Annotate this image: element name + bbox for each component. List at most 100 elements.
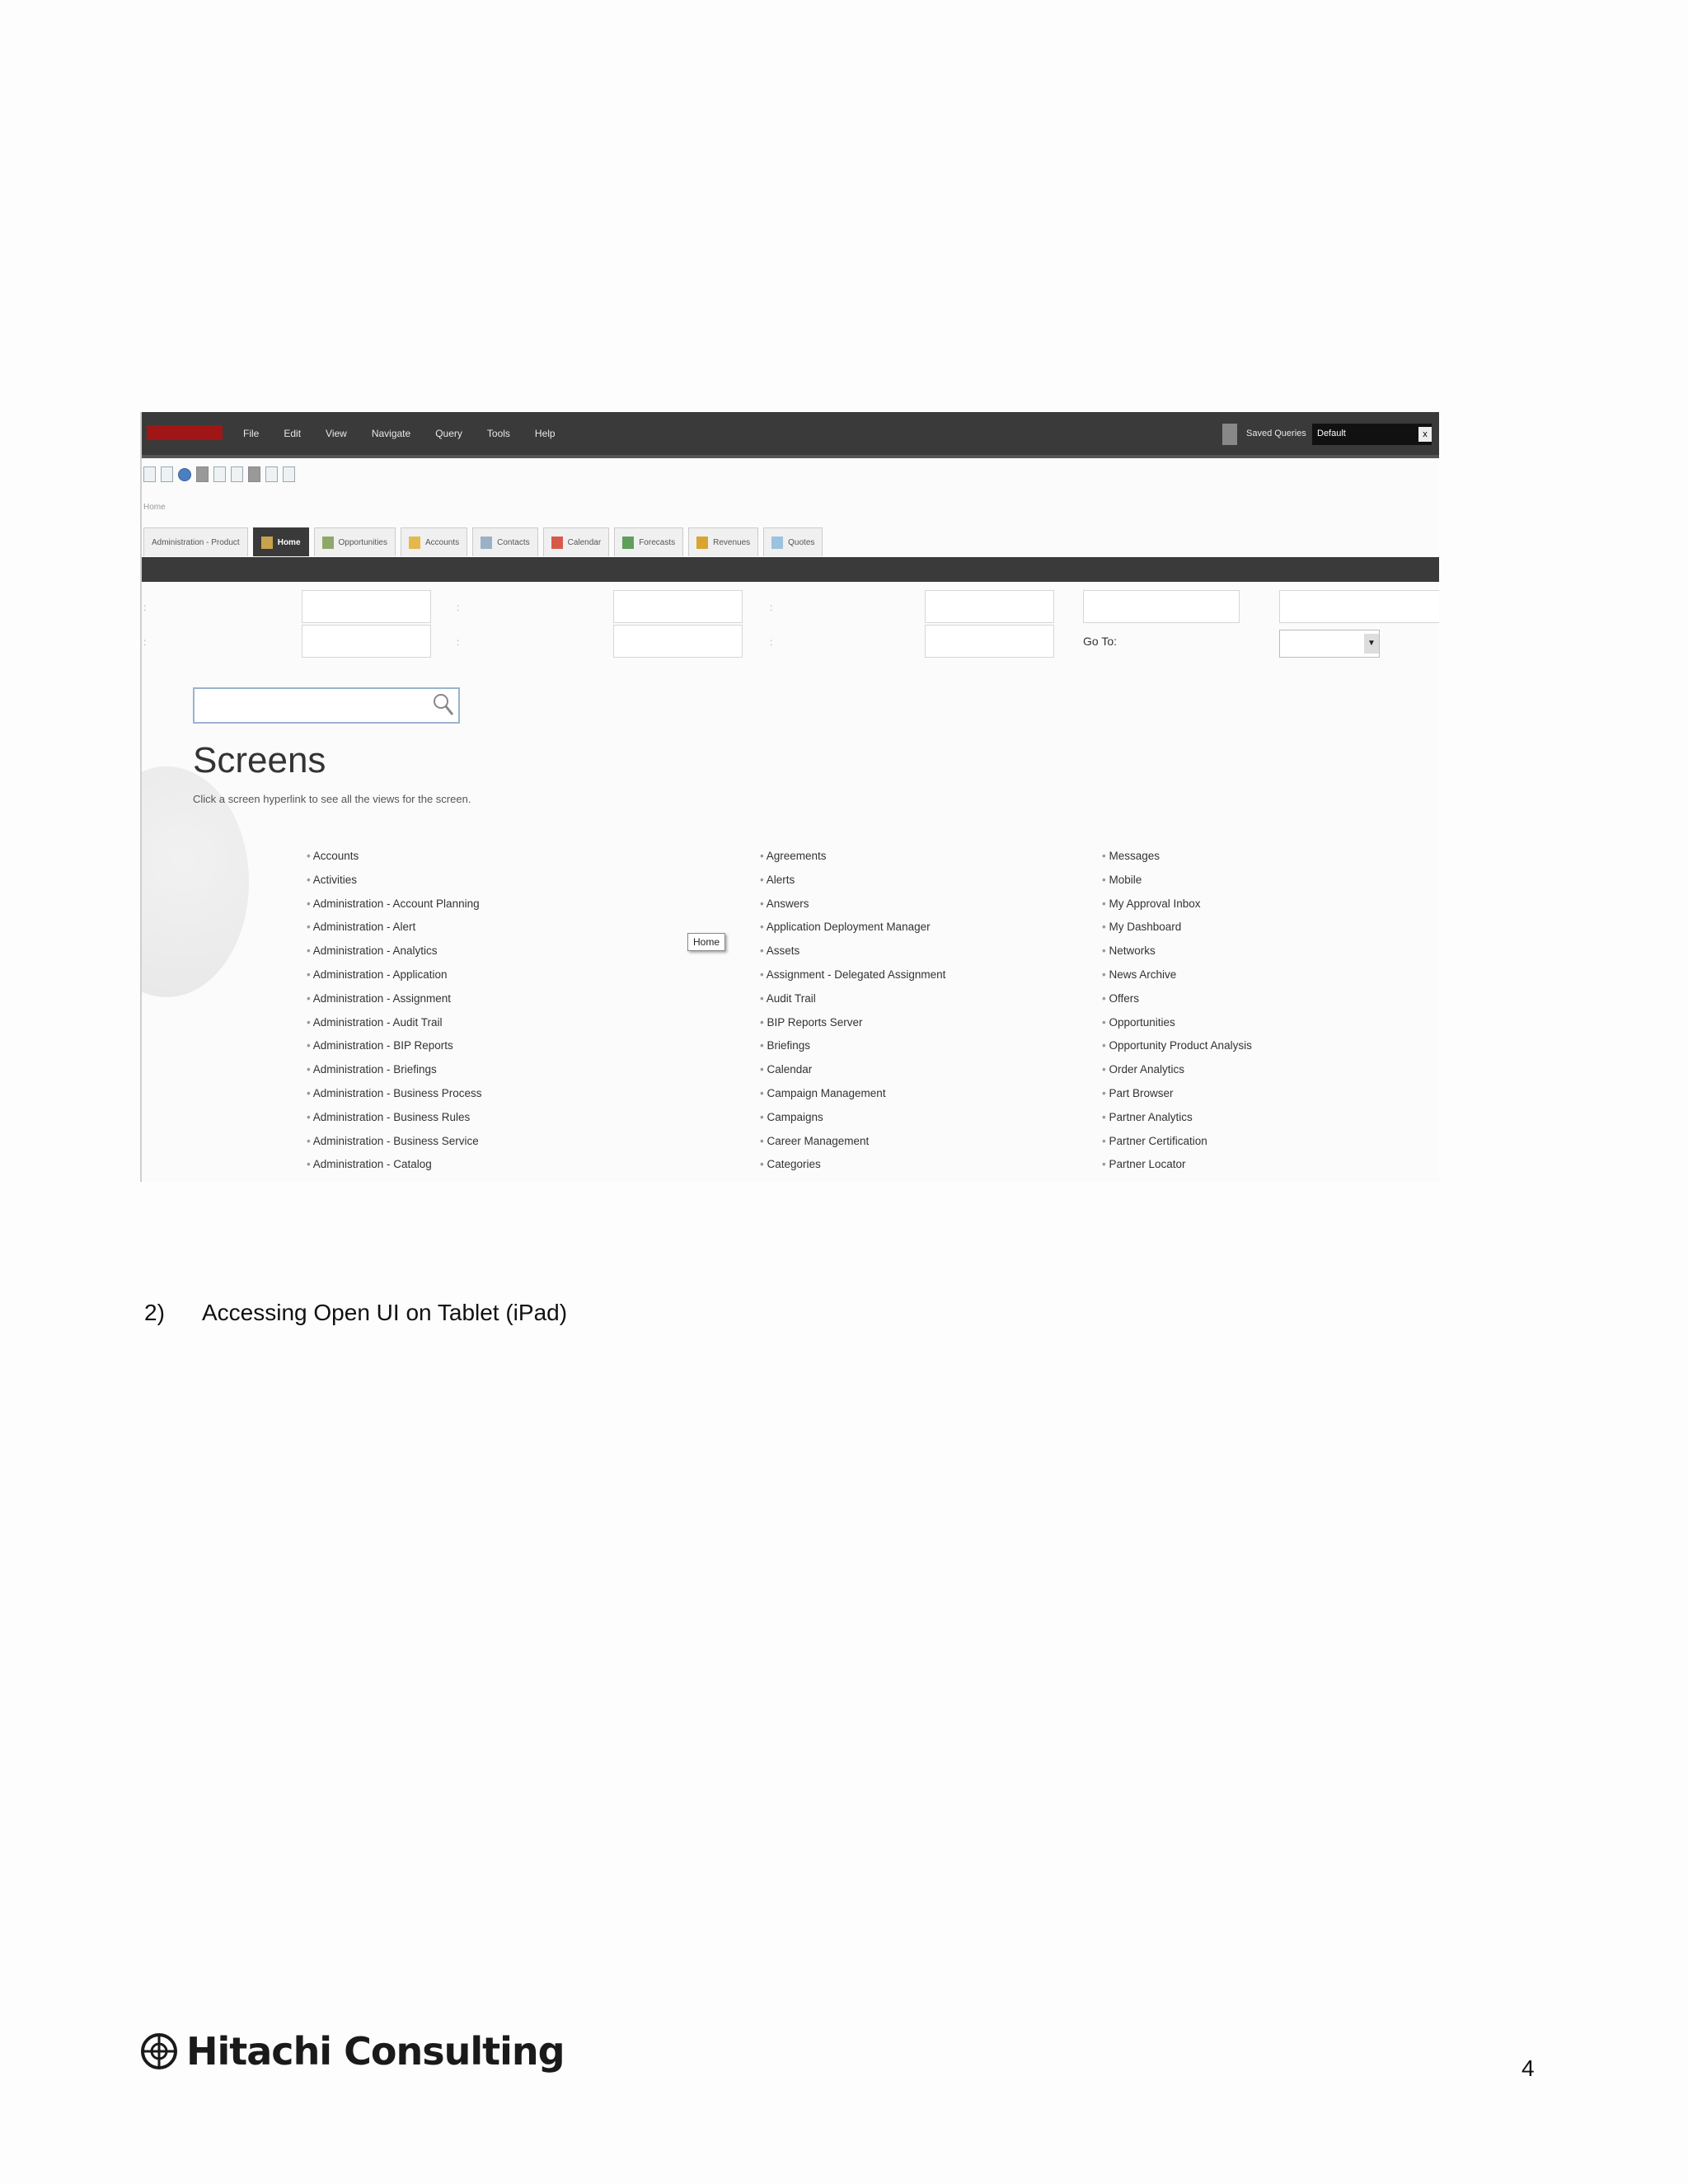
query-field[interactable] xyxy=(1279,590,1439,623)
screen-link[interactable]: Application Deployment Manager xyxy=(760,916,945,940)
query-field[interactable] xyxy=(613,625,743,658)
chevron-down-icon[interactable]: ▼ xyxy=(1364,634,1379,654)
screen-link[interactable]: Administration - Alert xyxy=(307,916,482,940)
breadcrumb[interactable]: Home xyxy=(143,503,166,512)
tab-home[interactable]: Home xyxy=(252,527,309,556)
screen-link[interactable]: Administration - Catalog xyxy=(307,1153,482,1177)
query-field[interactable] xyxy=(302,590,431,623)
globe-icon[interactable] xyxy=(178,468,191,481)
report-icon[interactable] xyxy=(231,466,243,482)
screen-link[interactable]: Assets xyxy=(760,940,945,963)
close-icon[interactable]: x xyxy=(1418,427,1432,442)
screen-link[interactable]: Campaign Management xyxy=(760,1082,945,1106)
calendar-icon[interactable] xyxy=(283,466,295,482)
menu-help[interactable]: Help xyxy=(535,428,556,439)
new-record-icon[interactable] xyxy=(143,466,156,482)
screen-link[interactable]: Administration - Account Planning xyxy=(307,893,482,916)
field-label: : xyxy=(143,636,147,648)
screen-tabs: Administration - Product Home Opportunit… xyxy=(143,527,823,557)
screen-link[interactable]: Administration - Business Process xyxy=(307,1082,482,1106)
screen-link[interactable]: Order Analytics xyxy=(1102,1058,1252,1082)
home-icon xyxy=(260,536,273,549)
screen-link[interactable]: Partner Certification xyxy=(1102,1130,1252,1154)
menu-tools[interactable]: Tools xyxy=(487,428,510,439)
save-icon[interactable] xyxy=(196,466,209,482)
screen-link[interactable]: Accounts xyxy=(307,845,482,869)
screen-link[interactable]: Audit Trail xyxy=(760,987,945,1011)
tab-accounts[interactable]: Accounts xyxy=(401,527,468,556)
query-field[interactable] xyxy=(925,625,1054,658)
field-label: : xyxy=(770,636,773,648)
caption-text: Accessing Open UI on Tablet (iPad) xyxy=(202,1300,568,1325)
menu-edit[interactable]: Edit xyxy=(284,428,301,439)
screen-link[interactable]: Briefings xyxy=(760,1034,945,1058)
screen-link[interactable]: Career Management xyxy=(760,1130,945,1154)
search-icon[interactable] xyxy=(432,692,455,717)
screen-link[interactable]: Calendar xyxy=(760,1058,945,1082)
screen-link[interactable]: My Dashboard xyxy=(1102,916,1252,940)
menu-view[interactable]: View xyxy=(326,428,347,439)
record-icon[interactable] xyxy=(248,466,260,482)
field-label: : xyxy=(770,602,773,613)
screen-link[interactable]: Partner Locator xyxy=(1102,1153,1252,1177)
caption-number: 2) xyxy=(144,1300,165,1325)
screen-link[interactable]: News Archive xyxy=(1102,963,1252,987)
screen-links-col2: Agreements Alerts Answers Application De… xyxy=(760,845,946,1177)
menu-file[interactable]: File xyxy=(243,428,259,439)
screen-link[interactable]: Administration - Audit Trail xyxy=(307,1011,482,1035)
screen-link[interactable]: Administration - Assignment xyxy=(307,987,482,1011)
screen-link[interactable]: Opportunities xyxy=(1102,1011,1252,1035)
screen-link[interactable]: Activities xyxy=(307,869,482,893)
document-icon[interactable] xyxy=(213,466,226,482)
screen-link[interactable]: Categories xyxy=(760,1153,945,1177)
query-field[interactable] xyxy=(1083,590,1240,623)
clock-icon[interactable] xyxy=(265,466,278,482)
tab-opportunities[interactable]: Opportunities xyxy=(313,527,396,556)
goto-select[interactable]: ▼ xyxy=(1279,630,1380,658)
menu-query[interactable]: Query xyxy=(435,428,462,439)
screen-link[interactable]: Offers xyxy=(1102,987,1252,1011)
toolbar xyxy=(143,466,295,482)
screen-link[interactable]: Administration - Business Service xyxy=(307,1130,482,1154)
screen-link[interactable]: Answers xyxy=(760,893,945,916)
embedded-screenshot: File Edit View Navigate Query Tools Help… xyxy=(140,412,1439,1182)
screen-link[interactable]: Assignment - Delegated Assignment xyxy=(760,963,946,987)
screen-link[interactable]: Administration - Briefings xyxy=(307,1058,482,1082)
tab-administration-product[interactable]: Administration - Product xyxy=(143,527,248,556)
field-label: : xyxy=(143,602,147,613)
quotes-icon xyxy=(771,536,784,549)
logo-text: Hitachi Consulting xyxy=(186,2029,565,2074)
query-field[interactable] xyxy=(613,590,743,623)
saved-queries-button[interactable] xyxy=(1222,424,1237,445)
screen-link[interactable]: Agreements xyxy=(760,845,945,869)
screen-link[interactable]: Messages xyxy=(1102,845,1252,869)
tab-quotes[interactable]: Quotes xyxy=(763,527,823,556)
copy-record-icon[interactable] xyxy=(161,466,173,482)
tab-calendar[interactable]: Calendar xyxy=(542,527,610,556)
screen-link[interactable]: Administration - Application xyxy=(307,963,482,987)
saved-queries-select[interactable]: Default x xyxy=(1312,424,1432,445)
screen-link[interactable]: Administration - Analytics xyxy=(307,940,482,963)
screen-link[interactable]: Opportunity Product Analysis xyxy=(1102,1034,1251,1058)
screen-link[interactable]: Mobile xyxy=(1102,869,1252,893)
screen-link[interactable]: Administration - Business Rules xyxy=(307,1106,482,1130)
menu-navigate[interactable]: Navigate xyxy=(372,428,410,439)
query-field[interactable] xyxy=(925,590,1054,623)
screen-link[interactable]: Administration - BIP Reports xyxy=(307,1034,482,1058)
screen-link[interactable]: My Approval Inbox xyxy=(1102,893,1252,916)
screen-link[interactable]: Part Browser xyxy=(1102,1082,1252,1106)
screen-link[interactable]: Campaigns xyxy=(760,1106,945,1130)
screen-link[interactable]: Networks xyxy=(1102,940,1252,963)
menu-bar: File Edit View Navigate Query Tools Help… xyxy=(142,412,1439,458)
query-field[interactable] xyxy=(302,625,431,658)
screen-link[interactable]: BIP Reports Server xyxy=(760,1011,945,1035)
screen-link[interactable]: Partner Analytics xyxy=(1102,1106,1252,1130)
screen-link[interactable]: Alerts xyxy=(760,869,945,893)
hitachi-logo-icon xyxy=(141,2033,177,2069)
calendar-icon xyxy=(551,536,563,549)
tab-forecasts[interactable]: Forecasts xyxy=(614,527,684,556)
tab-contacts[interactable]: Contacts xyxy=(472,527,538,556)
page-title: Screens xyxy=(193,740,326,780)
search-input[interactable] xyxy=(193,687,460,724)
tab-revenues[interactable]: Revenues xyxy=(688,527,759,556)
